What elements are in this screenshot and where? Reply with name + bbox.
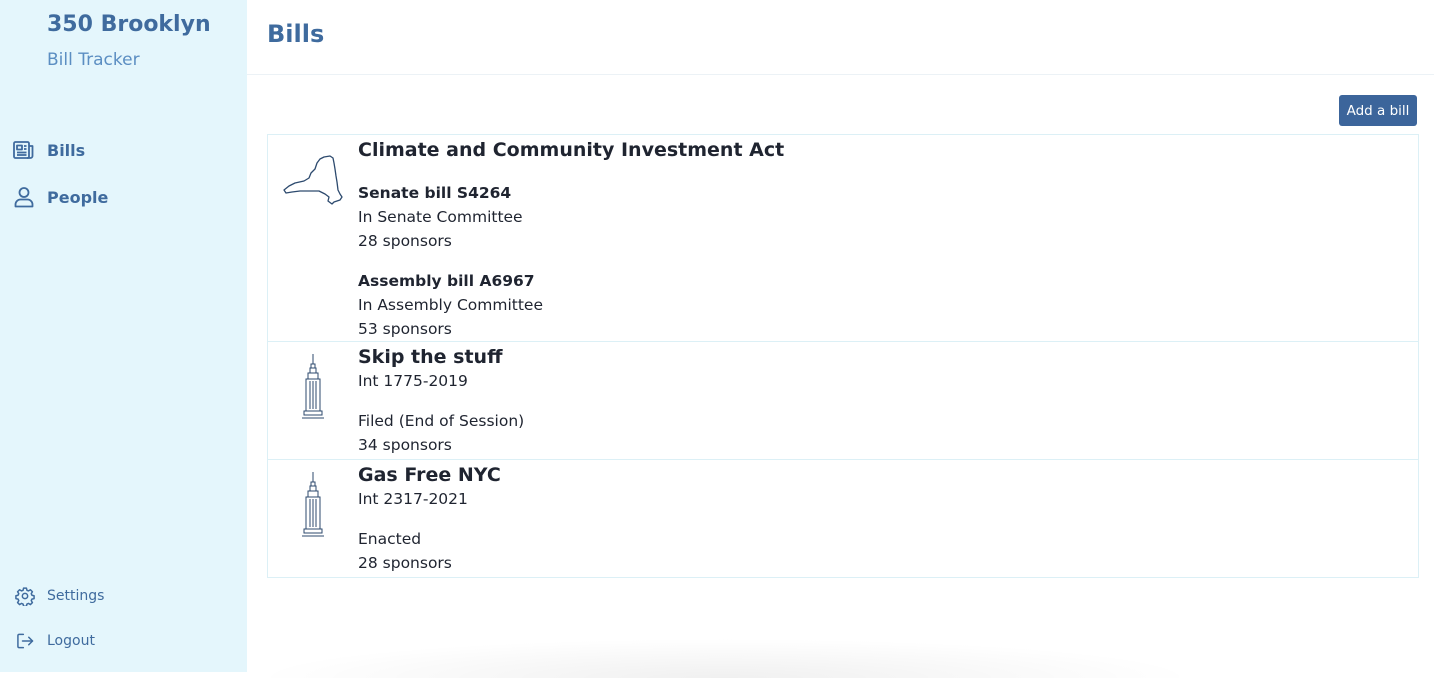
senate-bill-status: In Senate Committee: [358, 208, 523, 226]
sidebar-item-label: People: [47, 187, 109, 207]
bottom-shadow: [250, 638, 1200, 678]
brand-title: 350 Brooklyn: [47, 12, 211, 37]
bill-status: Enacted: [358, 530, 422, 548]
bill-sponsors: 34 sponsors: [358, 436, 452, 454]
bill-list: Climate and Community Investment Act Sen…: [267, 134, 1419, 578]
sidebar-item-logout[interactable]: Logout: [14, 630, 95, 652]
newspaper-icon: [12, 138, 36, 162]
bill-title: Skip the stuff: [358, 346, 503, 368]
logout-icon: [14, 630, 36, 652]
sidebar-item-people[interactable]: People: [12, 185, 108, 209]
sidebar-item-bills[interactable]: Bills: [12, 138, 85, 162]
sidebar-item-label: Settings: [47, 588, 105, 604]
sidebar-item-settings[interactable]: Settings: [14, 585, 104, 607]
senate-bill-sponsors: 28 sponsors: [358, 232, 452, 250]
empire-state-building-icon: [301, 354, 363, 420]
bill-number: Int 2317-2021: [358, 490, 468, 508]
list-item[interactable]: Climate and Community Investment Act Sen…: [268, 135, 1418, 342]
assembly-bill-status: In Assembly Committee: [358, 296, 543, 314]
bill-status: Filed (End of Session): [358, 412, 525, 430]
sidebar-item-label: Logout: [47, 633, 95, 649]
assembly-bill-label: Assembly bill A6967: [358, 272, 535, 290]
gear-icon: [14, 585, 36, 607]
add-bill-button[interactable]: Add a bill: [1339, 95, 1417, 126]
assembly-bill-sponsors: 53 sponsors: [358, 320, 452, 338]
list-item[interactable]: Skip the stuff Int 1775-2019 Filed (End …: [268, 342, 1418, 460]
empire-state-building-icon: [301, 472, 363, 538]
bill-title: Climate and Community Investment Act: [358, 139, 785, 161]
brand-subtitle: Bill Tracker: [47, 50, 140, 70]
page-title: Bills: [267, 20, 325, 48]
bill-title: Gas Free NYC: [358, 464, 501, 486]
sidebar-item-label: Bills: [47, 140, 86, 160]
sidebar: 350 Brooklyn Bill Tracker Bills People S…: [0, 0, 247, 672]
page-header: Bills: [247, 0, 1434, 75]
person-icon: [12, 185, 36, 209]
bill-sponsors: 28 sponsors: [358, 554, 452, 572]
bill-number: Int 1775-2019: [358, 372, 468, 390]
senate-bill-label: Senate bill S4264: [358, 184, 512, 202]
new-york-state-icon: [282, 149, 344, 215]
list-item[interactable]: Gas Free NYC Int 2317-2021 Enacted 28 sp…: [268, 460, 1418, 577]
